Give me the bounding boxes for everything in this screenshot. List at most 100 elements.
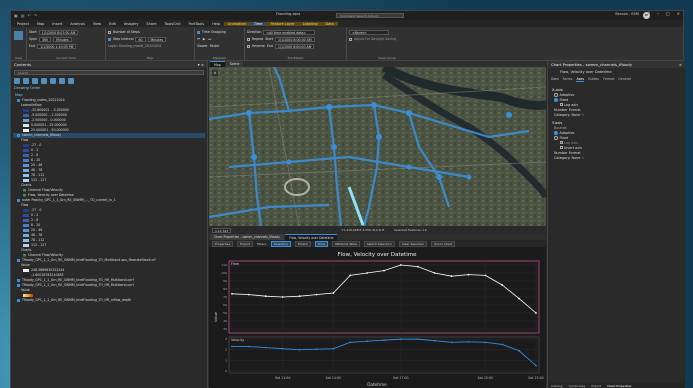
list-by-editing-icon[interactable] (41, 78, 47, 84)
step-unit-select[interactable]: Minutes (147, 36, 167, 42)
play-icon[interactable]: ▶ (203, 37, 205, 41)
menu-tab-imagery[interactable]: Imagery (120, 22, 142, 26)
menu-tab-share[interactable]: Share (142, 22, 160, 26)
context-tab-labeling[interactable]: Labeling (298, 21, 322, 26)
velocity-point[interactable] (248, 345, 250, 348)
attribute-table-button[interactable]: Attribute Table (331, 240, 360, 247)
flow-point[interactable] (231, 292, 233, 295)
velocity-point[interactable] (281, 347, 284, 350)
direction-select[interactable]: <All time enabled data> (263, 29, 316, 35)
y-fixed-radio[interactable] (554, 136, 558, 140)
properties-tab-format[interactable]: Format (603, 77, 614, 82)
filter-selection-button[interactable]: Selection (271, 240, 291, 247)
chart-export-button[interactable]: Export (237, 240, 253, 247)
menu-tab-view[interactable]: View (89, 22, 105, 26)
velocity-series-line[interactable] (232, 338, 537, 366)
velocity-point[interactable] (298, 348, 301, 351)
flow-point[interactable] (501, 284, 504, 286)
redo-icon[interactable]: ↷ (34, 13, 37, 18)
x-fixed-radio[interactable] (554, 98, 558, 102)
end-time-field[interactable]: 1/1/2000 1:10:00 PM (37, 43, 77, 49)
properties-tab-data[interactable]: Data (551, 77, 559, 82)
map-canvas[interactable]: ✥ (209, 67, 546, 226)
map-navigator-icon[interactable]: ✥ (212, 70, 218, 76)
layer-visibility-checkbox[interactable] (17, 99, 20, 102)
properties-tab-general[interactable]: General (618, 77, 631, 82)
properties-tab-series[interactable]: Series (563, 77, 573, 82)
y-number-format-value[interactable]: Category: None (554, 156, 580, 160)
menu-tab-insert[interactable]: Insert (48, 22, 66, 26)
pane-options-icon[interactable]: ▾ × (198, 62, 204, 67)
direction-label[interactable]: Direction (247, 30, 261, 34)
list-by-source-icon[interactable] (23, 78, 29, 84)
time-zone-select[interactable]: <Never> (349, 29, 389, 35)
y-adaptive-radio[interactable] (554, 131, 558, 135)
edit-icon[interactable]: ✎ (581, 113, 584, 117)
filter-time-button[interactable]: Time (314, 240, 328, 247)
menu-tab-help[interactable]: Help (208, 22, 224, 26)
span-unit-select[interactable]: Minutes (53, 36, 72, 42)
reverse-checkbox[interactable] (247, 44, 250, 48)
velocity-point[interactable] (383, 339, 385, 341)
help-icon[interactable]: ? (648, 11, 650, 16)
maximize-icon[interactable]: □ (666, 11, 670, 16)
flow-velocity-chart[interactable]: Flow, Velocity over Datetime Flow Velocity… (209, 247, 546, 388)
context-tab-time[interactable]: Time (249, 21, 267, 26)
flow-point[interactable] (399, 264, 402, 266)
flow-point[interactable] (467, 273, 470, 276)
map-scale-select[interactable]: 1:11,527 (212, 227, 232, 233)
menu-tab-project[interactable]: Project (13, 22, 33, 26)
properties-tab-axes[interactable]: Axes (576, 77, 585, 82)
dst-checkbox[interactable] (349, 37, 352, 41)
map-view-icon[interactable] (14, 31, 23, 40)
velocity-point[interactable] (264, 346, 267, 349)
bottom-tab-symbology[interactable]: Symbology (569, 384, 586, 388)
menu-tab-porttools[interactable]: PortTools (185, 22, 209, 26)
filter-extent-button[interactable]: Extent (294, 240, 311, 247)
bottom-tab-catalog[interactable]: Catalog (551, 384, 563, 388)
list-by-labeling-icon[interactable] (59, 78, 65, 84)
step-interval-radio[interactable] (108, 37, 111, 41)
step-value-field[interactable]: 60 (135, 36, 146, 42)
velocity-point[interactable] (484, 341, 487, 344)
x-log-axis-checkbox[interactable] (560, 103, 563, 106)
tab-chart[interactable]: Flow, Velocity over Datetime (285, 233, 338, 241)
list-by-charts-icon[interactable] (68, 78, 74, 84)
command-search[interactable]: Command Search (Alt+Q) (336, 12, 404, 18)
flow-point[interactable] (450, 275, 453, 278)
invert-axis-checkbox[interactable] (560, 146, 563, 149)
velocity-point[interactable] (231, 345, 233, 348)
flow-point[interactable] (247, 293, 250, 296)
previous-icon[interactable]: ⏮ (197, 37, 200, 41)
layer-visibility-checkbox[interactable] (17, 199, 20, 202)
velocity-point[interactable] (366, 340, 368, 343)
list-by-drawing-order-icon[interactable] (14, 78, 20, 84)
menu-tab-analysis[interactable]: Analysis (66, 22, 88, 26)
velocity-point[interactable] (433, 339, 436, 342)
menu-tab-toolsgrid[interactable]: ToolsGrid (161, 22, 185, 26)
velocity-point[interactable] (467, 340, 470, 343)
velocity-point[interactable] (400, 338, 402, 340)
slower-button[interactable]: Slower (197, 44, 208, 48)
save-icon[interactable]: ▤ (21, 13, 25, 18)
clear-selection-button[interactable]: Clear Selection (398, 240, 428, 247)
switch-selection-button[interactable]: Switch Selection (363, 240, 395, 247)
velocity-point[interactable] (416, 338, 419, 340)
close-icon[interactable]: × (677, 11, 680, 16)
menu-tab-edit[interactable]: Edit (105, 22, 120, 26)
velocity-point[interactable] (501, 343, 504, 346)
flow-point[interactable] (535, 312, 537, 314)
flow-point[interactable] (484, 274, 487, 277)
chart-properties-button[interactable]: Properties (212, 240, 234, 247)
extent-start-field[interactable]: 1/1/2000 8:00:00 AM (275, 36, 315, 42)
tab-chart-properties[interactable]: Chart Properties - swmm_channels_tfloody (210, 234, 285, 240)
properties-tab-guides[interactable]: Guides (588, 77, 599, 82)
edit-icon[interactable]: ✎ (581, 156, 584, 160)
layer-item[interactable]: Tfloody_GPC_1_1_Grn_RE_SWMM_InletFloodin… (13, 298, 205, 303)
flow-point[interactable] (366, 272, 369, 274)
bottom-tab-export[interactable]: Export (591, 384, 601, 388)
list-by-snapping-icon[interactable] (50, 78, 56, 84)
undo-icon[interactable]: ↶ (28, 13, 31, 18)
bottom-tab-chart-properties[interactable]: Chart Properties (607, 384, 632, 388)
list-by-selection-icon[interactable] (32, 78, 38, 84)
